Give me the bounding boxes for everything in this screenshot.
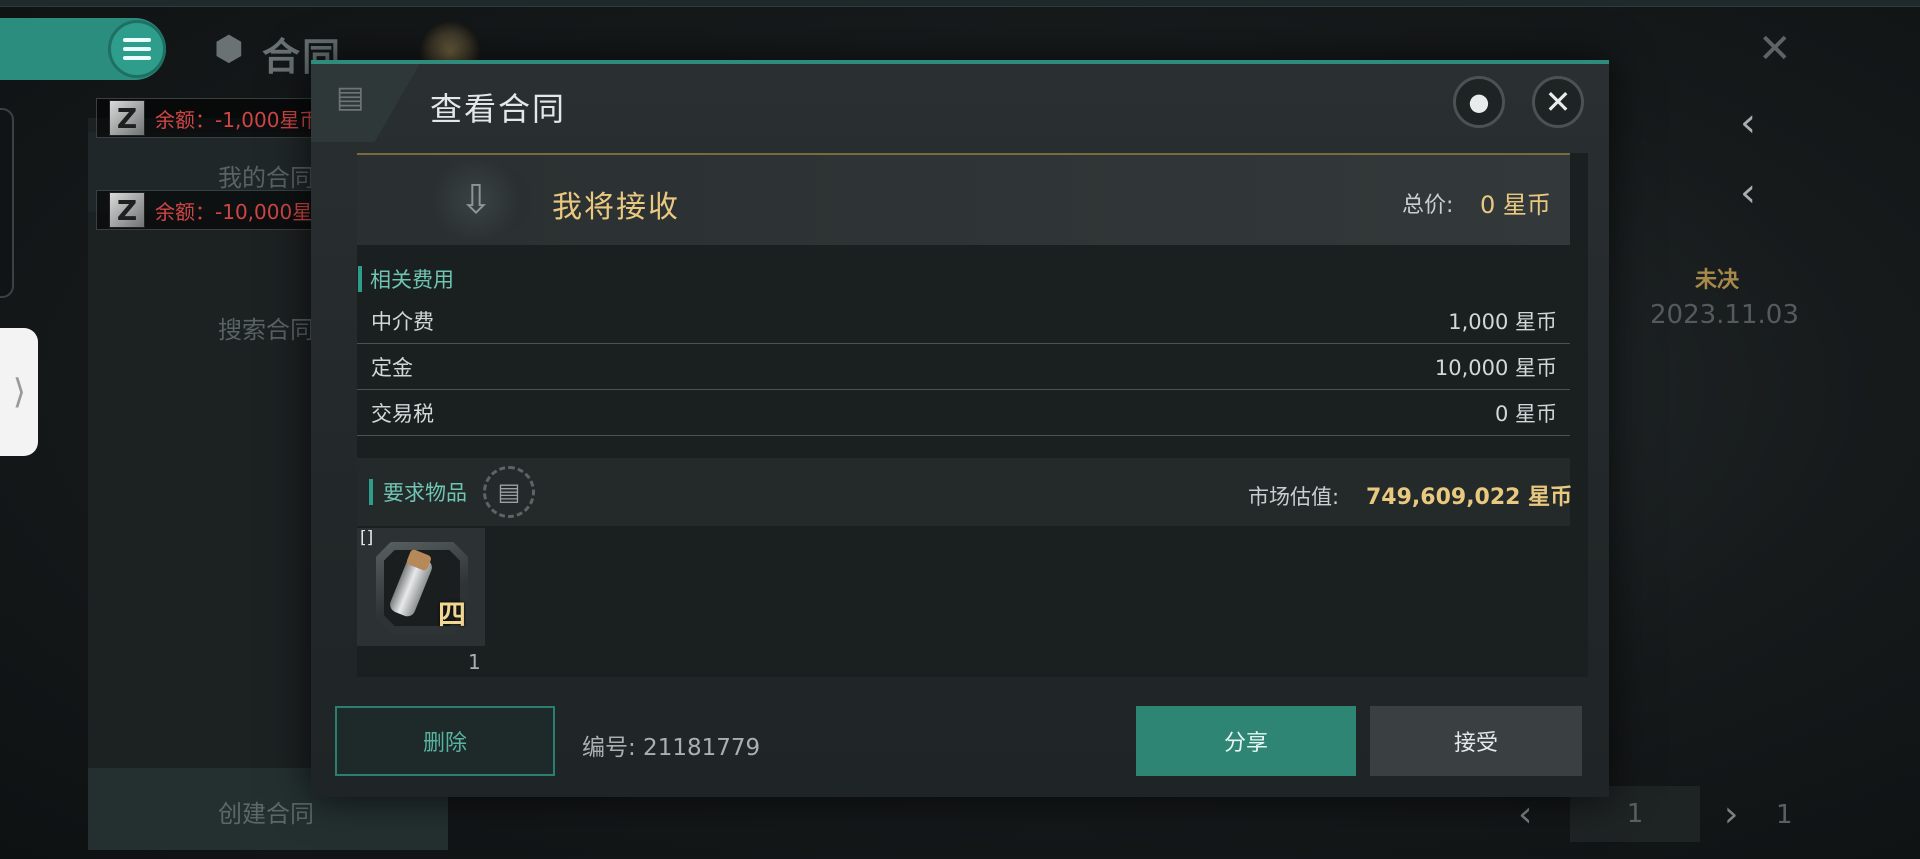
side-drawer-handle[interactable]: ⟩: [0, 328, 38, 456]
background-close-icon[interactable]: ✕: [1758, 26, 1792, 72]
receive-label: 我将接收: [552, 190, 680, 225]
menu-icon: [123, 47, 151, 51]
fee-value: 10,000 星币: [1434, 355, 1557, 380]
contract-id: 编号: 21181779: [582, 735, 761, 761]
market-value-label: 市场估值:: [1248, 485, 1340, 509]
section-marker: [358, 266, 362, 292]
fee-name: 交易税: [371, 401, 434, 426]
fee-name: 定金: [371, 355, 413, 380]
close-icon: ✕: [1544, 83, 1572, 121]
item-tier: 四: [438, 598, 467, 631]
contract-date: 2023.11.03: [1650, 300, 1799, 330]
fees-header: 相关费用: [358, 264, 454, 294]
pager-prev-icon[interactable]: ‹: [1518, 794, 1532, 835]
dialog-tab: [311, 64, 421, 142]
delete-button[interactable]: 删除: [335, 706, 555, 776]
share-button[interactable]: 分享: [1136, 706, 1356, 776]
pager-total: 1: [1776, 800, 1793, 830]
menu-item-label: 搜索合同: [218, 316, 314, 344]
item-bracket: []: [360, 528, 374, 548]
contract-status: 未决: [1695, 268, 1740, 293]
menu-button[interactable]: [108, 20, 166, 78]
fee-row: 中介费 1,000 星币: [357, 298, 1570, 344]
balance-text: 余额：-1,000星币: [155, 107, 320, 132]
dialog-title: 查看合同: [430, 90, 567, 128]
fees-header-label: 相关费用: [370, 268, 454, 292]
accept-button[interactable]: 接受: [1370, 706, 1582, 776]
chevron-left-icon[interactable]: ‹: [1740, 100, 1756, 146]
market-value: 749,609,022 星币: [1366, 485, 1573, 510]
z-currency-icon: Z: [109, 192, 145, 228]
required-items-label: 要求物品: [383, 481, 467, 505]
chevron-left-icon[interactable]: ‹: [1740, 170, 1756, 216]
balance-text: 余额：-10,000星币: [155, 199, 333, 224]
side-frame: [0, 108, 14, 298]
receive-bar: [357, 153, 1570, 245]
clipboard-icon[interactable]: ▤: [483, 466, 535, 518]
section-marker: [369, 479, 373, 505]
cube-icon: ⬢: [214, 29, 244, 69]
dialog-close-button[interactable]: ✕: [1532, 76, 1584, 128]
cart-download-icon: ⇩: [420, 160, 532, 240]
pager-next-icon[interactable]: ›: [1724, 794, 1738, 835]
fee-value: 0 星币: [1494, 401, 1557, 426]
item-quantity: 1: [468, 650, 481, 674]
z-currency-icon: Z: [109, 100, 145, 136]
fee-row: 交易税 0 星币: [357, 390, 1570, 436]
contract-tab-icon: ▤: [336, 80, 365, 115]
required-items-header: 要求物品 ▤: [369, 466, 535, 518]
user-icon: ●: [1468, 88, 1490, 116]
top-border: [0, 0, 1920, 7]
fee-row: 定金 10,000 星币: [357, 344, 1570, 390]
fee-value: 1,000 星币: [1448, 309, 1557, 334]
menu-item-label: 我的合同: [218, 164, 314, 192]
total-price-label: 总价:: [1402, 193, 1454, 218]
fee-name: 中介费: [371, 309, 434, 334]
create-contract-label: 创建合同: [218, 800, 314, 828]
contact-user-button[interactable]: ●: [1453, 76, 1505, 128]
total-price-value: 0 星币: [1480, 191, 1551, 219]
